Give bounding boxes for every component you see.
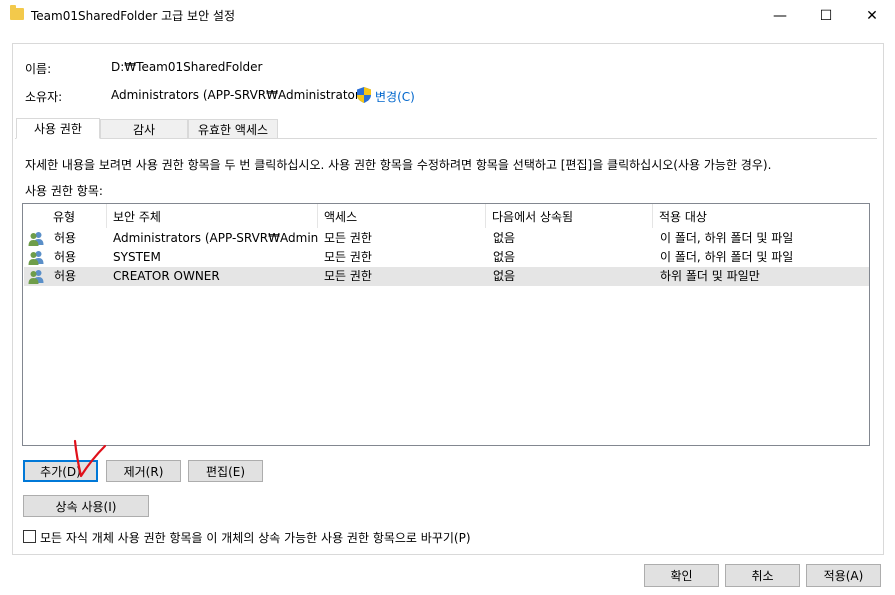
header-principal[interactable]: 보안 주체	[107, 204, 318, 228]
owner-value: Administrators (APP-SRVR₩Administrators)	[111, 88, 371, 102]
ok-button[interactable]: 확인	[644, 564, 719, 587]
replace-child-permissions-checkbox[interactable]	[23, 530, 36, 543]
cell-principal: Administrators (APP-SRVR₩Admini...	[113, 231, 318, 245]
cell-principal: CREATOR OWNER	[113, 269, 220, 283]
close-button[interactable]: ✕	[849, 0, 895, 32]
cancel-button[interactable]: 취소	[725, 564, 800, 587]
name-label: 이름:	[25, 62, 52, 76]
cell-inherited: 없음	[493, 250, 516, 264]
cell-principal: SYSTEM	[113, 250, 161, 264]
folder-icon	[10, 5, 24, 20]
users-icon	[28, 232, 44, 246]
replace-child-permissions-label[interactable]: 모든 자식 개체 사용 권한 항목을 이 개체의 상속 가능한 사용 권한 항목…	[40, 529, 471, 546]
cell-inherited: 없음	[493, 231, 516, 245]
annotation-checkmark-icon	[73, 439, 107, 478]
owner-label: 소유자:	[25, 90, 63, 104]
cell-applies-to: 하위 폴더 및 파일만	[660, 269, 760, 283]
header-inherited-from[interactable]: 다음에서 상속됨	[486, 204, 653, 228]
maximize-button[interactable]: ☐	[803, 0, 849, 32]
table-row[interactable]: 허용 SYSTEM 모든 권한 없음 이 폴더, 하위 폴더 및 파일	[24, 248, 869, 267]
edit-button[interactable]: 편집(E)	[188, 460, 263, 482]
header-type[interactable]: 유형	[47, 204, 107, 228]
apply-button[interactable]: 적용(A)	[806, 564, 881, 587]
header-applies-to[interactable]: 적용 대상	[653, 204, 869, 228]
title-bar: Team01SharedFolder 고급 보안 설정 — ☐ ✕	[0, 0, 895, 32]
enable-inheritance-button[interactable]: 상속 사용(I)	[23, 495, 149, 517]
window-title: Team01SharedFolder 고급 보안 설정	[31, 9, 236, 23]
name-value: D:₩Team01SharedFolder	[111, 60, 263, 74]
table-row-selected[interactable]: 허용 CREATOR OWNER 모든 권한 없음 하위 폴더 및 파일만	[24, 267, 869, 286]
cell-access: 모든 권한	[324, 250, 372, 264]
change-owner-link[interactable]: 변경(C)	[375, 88, 415, 105]
header-access[interactable]: 액세스	[318, 204, 486, 228]
cell-applies-to: 이 폴더, 하위 폴더 및 파일	[660, 231, 794, 245]
cell-type: 허용	[54, 231, 77, 245]
permission-entries-list[interactable]: 유형 보안 주체 액세스 다음에서 상속됨 적용 대상 허용 Administr…	[22, 203, 870, 446]
remove-button[interactable]: 제거(R)	[106, 460, 181, 482]
tab-auditing[interactable]: 감사	[100, 119, 188, 138]
tab-strip-line	[15, 138, 877, 139]
entries-label: 사용 권한 항목:	[25, 184, 103, 198]
cell-inherited: 없음	[493, 269, 516, 283]
header-icon-column	[23, 204, 47, 228]
cell-applies-to: 이 폴더, 하위 폴더 및 파일	[660, 250, 794, 264]
tab-effective-access[interactable]: 유효한 액세스	[188, 119, 278, 138]
cell-type: 허용	[54, 250, 77, 264]
table-row[interactable]: 허용 Administrators (APP-SRVR₩Admini... 모든…	[24, 229, 869, 248]
cell-type: 허용	[54, 269, 77, 283]
tab-permissions[interactable]: 사용 권한	[16, 118, 100, 139]
minimize-button[interactable]: —	[757, 0, 803, 32]
cell-access: 모든 권한	[324, 269, 372, 283]
cell-access: 모든 권한	[324, 231, 372, 245]
uac-shield-icon	[357, 87, 371, 103]
description-text: 자세한 내용을 보려면 사용 권한 항목을 두 번 클릭하십시오. 사용 권한 …	[25, 158, 772, 172]
users-icon	[28, 270, 44, 284]
users-icon	[28, 251, 44, 265]
